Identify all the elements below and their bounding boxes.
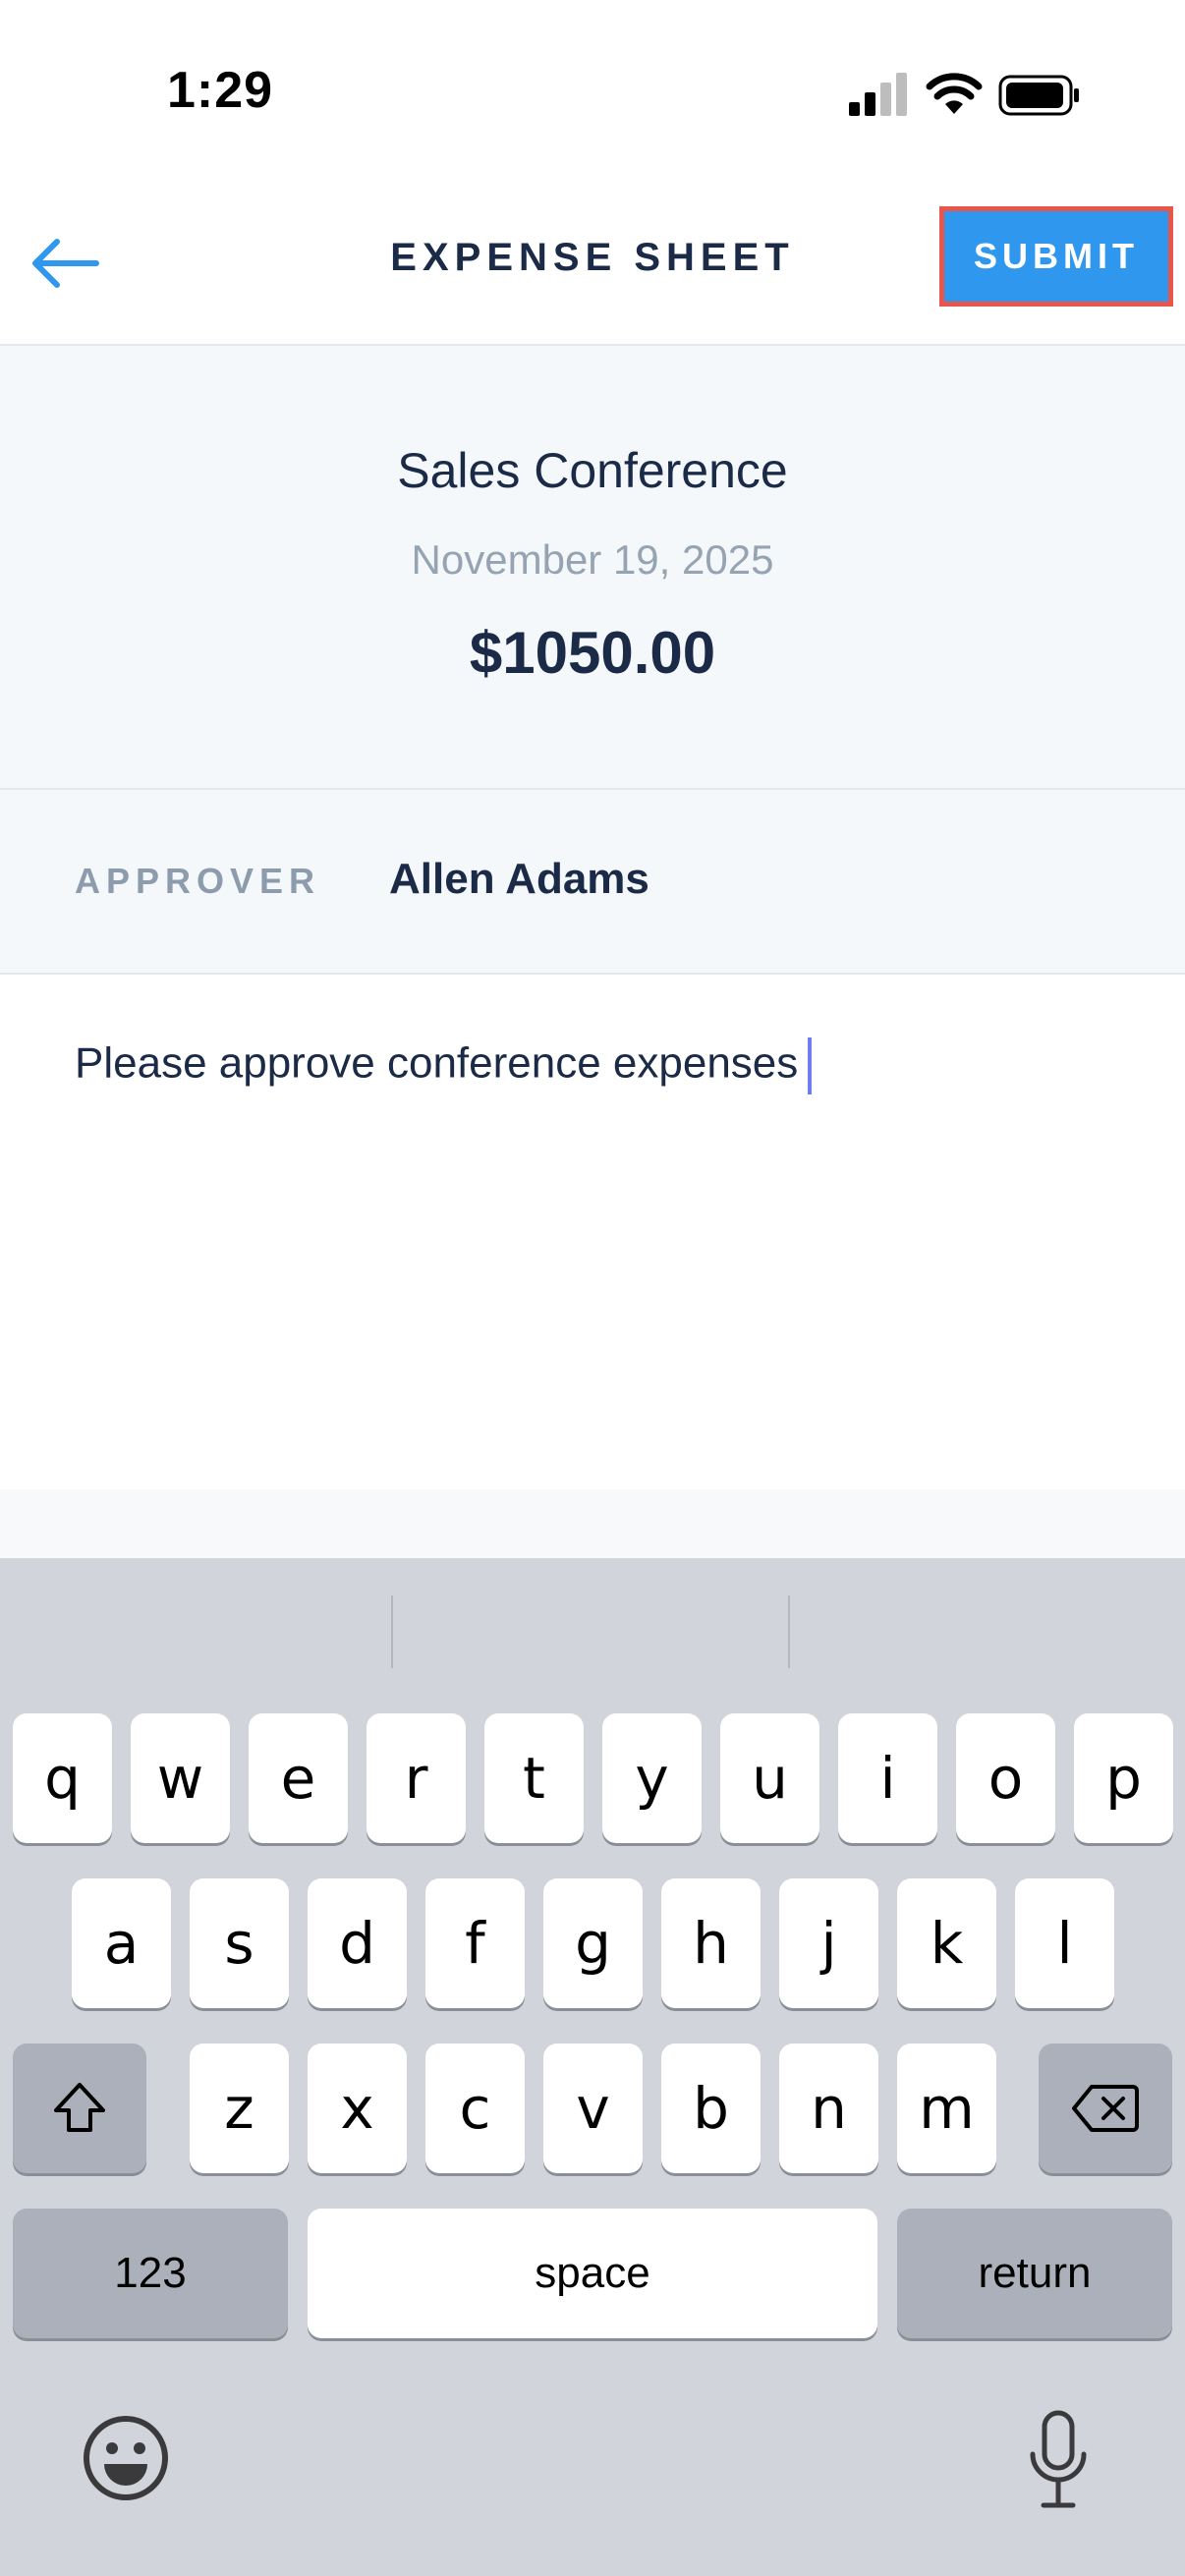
key-a[interactable]: a — [72, 1878, 171, 2008]
approver-divider — [0, 973, 1185, 975]
expense-amount: $1050.00 — [469, 620, 716, 686]
approver-label: APPROVER — [75, 861, 321, 901]
key-k[interactable]: k — [897, 1878, 996, 2008]
key-d[interactable]: d — [308, 1878, 407, 2008]
key-t[interactable]: t — [484, 1713, 584, 1843]
shift-icon — [54, 2083, 105, 2132]
suggestion-separator — [788, 1596, 790, 1668]
back-arrow-icon[interactable] — [28, 228, 106, 299]
text-cursor — [808, 1037, 813, 1094]
key-o[interactable]: o — [956, 1713, 1055, 1843]
expense-date: November 19, 2025 — [411, 536, 774, 583]
key-q[interactable]: q — [13, 1713, 112, 1843]
key-y[interactable]: y — [602, 1713, 702, 1843]
key-i[interactable]: i — [838, 1713, 937, 1843]
key-p[interactable]: p — [1074, 1713, 1173, 1843]
page-title: EXPENSE SHEET — [390, 236, 795, 279]
return-key[interactable]: return — [897, 2209, 1172, 2338]
key-f[interactable]: f — [425, 1878, 525, 2008]
key-r[interactable]: r — [367, 1713, 466, 1843]
key-g[interactable]: g — [543, 1878, 643, 2008]
suggestion-separator — [391, 1596, 393, 1668]
space-key[interactable]: space — [308, 2209, 877, 2338]
key-e[interactable]: e — [249, 1713, 348, 1843]
key-n[interactable]: n — [779, 2044, 878, 2173]
status-time: 1:29 — [167, 62, 274, 119]
key-x[interactable]: x — [308, 2044, 407, 2173]
emoji-icon[interactable] — [81, 2413, 171, 2503]
key-w[interactable]: w — [131, 1713, 230, 1843]
wifi-icon — [926, 73, 983, 114]
expense-title: Sales Conference — [397, 443, 788, 498]
notes-footer — [0, 1489, 1185, 1558]
backspace-icon — [1072, 2085, 1139, 2132]
delete-key[interactable] — [1039, 2044, 1172, 2173]
cellular-signal-icon — [849, 73, 907, 116]
key-z[interactable]: z — [190, 2044, 289, 2173]
key-s[interactable]: s — [190, 1878, 289, 2008]
submit-button[interactable]: SUBMIT — [939, 206, 1173, 307]
notes-input[interactable]: Please approve conference expenses — [75, 1037, 1116, 1094]
notes-text: Please approve conference expenses — [75, 1038, 799, 1088]
approver-name[interactable]: Allen Adams — [389, 855, 649, 904]
key-u[interactable]: u — [720, 1713, 819, 1843]
key-v[interactable]: v — [543, 2044, 643, 2173]
key-h[interactable]: h — [661, 1878, 761, 2008]
key-j[interactable]: j — [779, 1878, 878, 2008]
numbers-key[interactable]: 123 — [13, 2209, 288, 2338]
key-l[interactable]: l — [1015, 1878, 1114, 2008]
microphone-icon[interactable] — [1026, 2409, 1091, 2511]
key-m[interactable]: m — [897, 2044, 996, 2173]
shift-key[interactable] — [13, 2044, 146, 2173]
key-c[interactable]: c — [425, 2044, 525, 2173]
key-b[interactable]: b — [661, 2044, 761, 2173]
battery-icon — [998, 75, 1079, 116]
